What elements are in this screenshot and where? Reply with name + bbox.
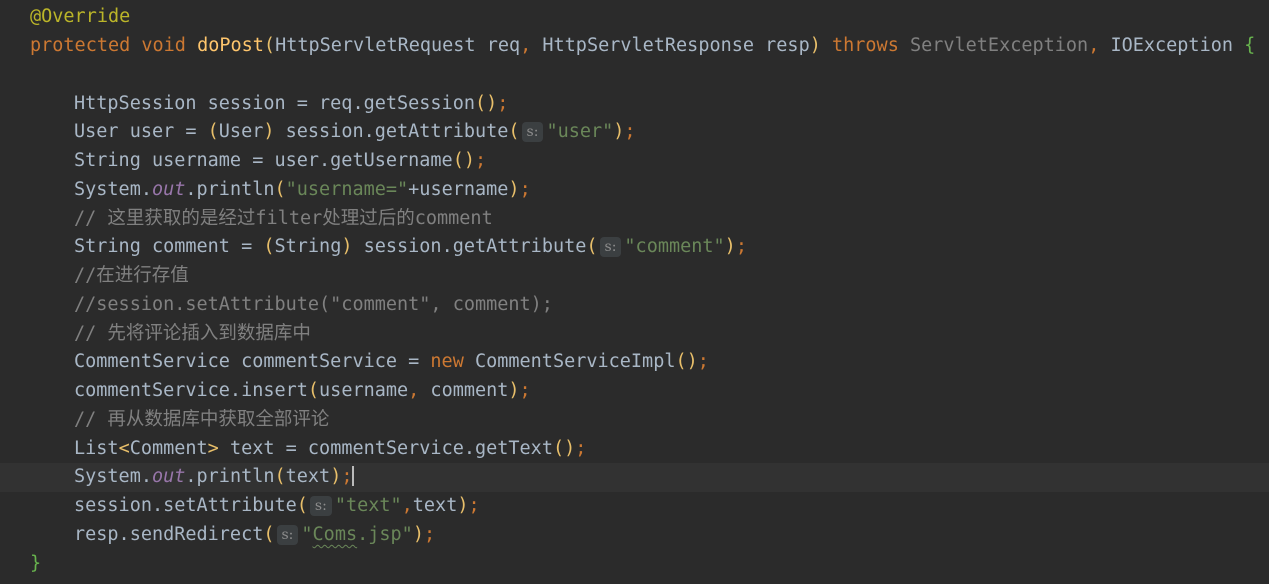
- keyword: throws: [832, 35, 899, 56]
- code-line[interactable]: //session.setAttribute("comment", commen…: [0, 291, 1269, 320]
- code-line[interactable]: @Override: [0, 3, 1269, 32]
- comment: // 再从数据库中获取全部评论: [74, 409, 330, 430]
- annotation: @Override: [30, 6, 131, 27]
- code-line[interactable]: commentService.insert(username, comment)…: [0, 377, 1269, 406]
- code-line[interactable]: resp.sendRedirect(s: "Coms.jsp");: [0, 521, 1269, 550]
- param-type: HttpServletRequest: [275, 35, 476, 56]
- code-line[interactable]: //在进行存值: [0, 262, 1269, 291]
- comment: //在进行存值: [74, 265, 189, 286]
- parameter-hint: s:: [309, 496, 332, 516]
- parameter-hint: s:: [521, 122, 544, 142]
- keyword: protected: [30, 35, 131, 56]
- code-line[interactable]: }: [0, 550, 1269, 579]
- code-editor[interactable]: @Override protected void doPost(HttpServ…: [0, 0, 1269, 584]
- code-line[interactable]: // 再从数据库中获取全部评论: [0, 406, 1269, 435]
- parameter-hint: s:: [599, 237, 622, 257]
- exception-type: ServletException: [909, 35, 1089, 56]
- code-line[interactable]: String username = user.getUsername();: [0, 147, 1269, 176]
- code-line[interactable]: CommentService commentService = new Comm…: [0, 348, 1269, 377]
- code-line[interactable]: // 这里获取的是经过filter处理过后的comment: [0, 205, 1269, 234]
- param-type: HttpServletResponse: [542, 35, 755, 56]
- string-literal: ": [301, 524, 313, 545]
- code-line[interactable]: protected void doPost(HttpServletRequest…: [0, 32, 1269, 61]
- code-line-current[interactable]: System.out.println(text);: [0, 463, 1269, 492]
- string-literal: "comment": [624, 236, 725, 257]
- method-name: doPost: [197, 35, 264, 56]
- param-name: resp: [765, 35, 810, 56]
- string-literal: "username=": [285, 179, 409, 200]
- static-field: out: [151, 466, 186, 487]
- string-literal: "text": [334, 495, 402, 516]
- comment: // 这里获取的是经过filter处理过后的comment: [74, 208, 493, 229]
- code-line[interactable]: // 先将评论插入到数据库中: [0, 320, 1269, 349]
- keyword: new: [430, 351, 464, 372]
- spellcheck-word: Coms: [312, 524, 358, 545]
- code-line-empty[interactable]: [0, 61, 1269, 90]
- param-name: req: [486, 35, 521, 56]
- string-literal: "user": [546, 121, 614, 142]
- exception-type: IOException: [1110, 35, 1233, 56]
- comment: //session.setAttribute("comment", commen…: [74, 294, 553, 315]
- code-line[interactable]: List<Comment> text = commentService.getT…: [0, 435, 1269, 464]
- closing-brace: }: [30, 553, 42, 574]
- code-line[interactable]: session.setAttribute(s: "text",text);: [0, 492, 1269, 521]
- text-caret: [352, 466, 354, 486]
- code-line[interactable]: HttpSession session = req.getSession();: [0, 90, 1269, 119]
- static-field: out: [151, 179, 186, 200]
- code-line[interactable]: System.out.println("username="+username)…: [0, 176, 1269, 205]
- keyword: void: [141, 35, 186, 56]
- comment: // 先将评论插入到数据库中: [74, 323, 311, 344]
- code-line[interactable]: User user = (User) session.getAttribute(…: [0, 118, 1269, 147]
- code-line[interactable]: String comment = (String) session.getAtt…: [0, 233, 1269, 262]
- parameter-hint: s:: [276, 525, 299, 545]
